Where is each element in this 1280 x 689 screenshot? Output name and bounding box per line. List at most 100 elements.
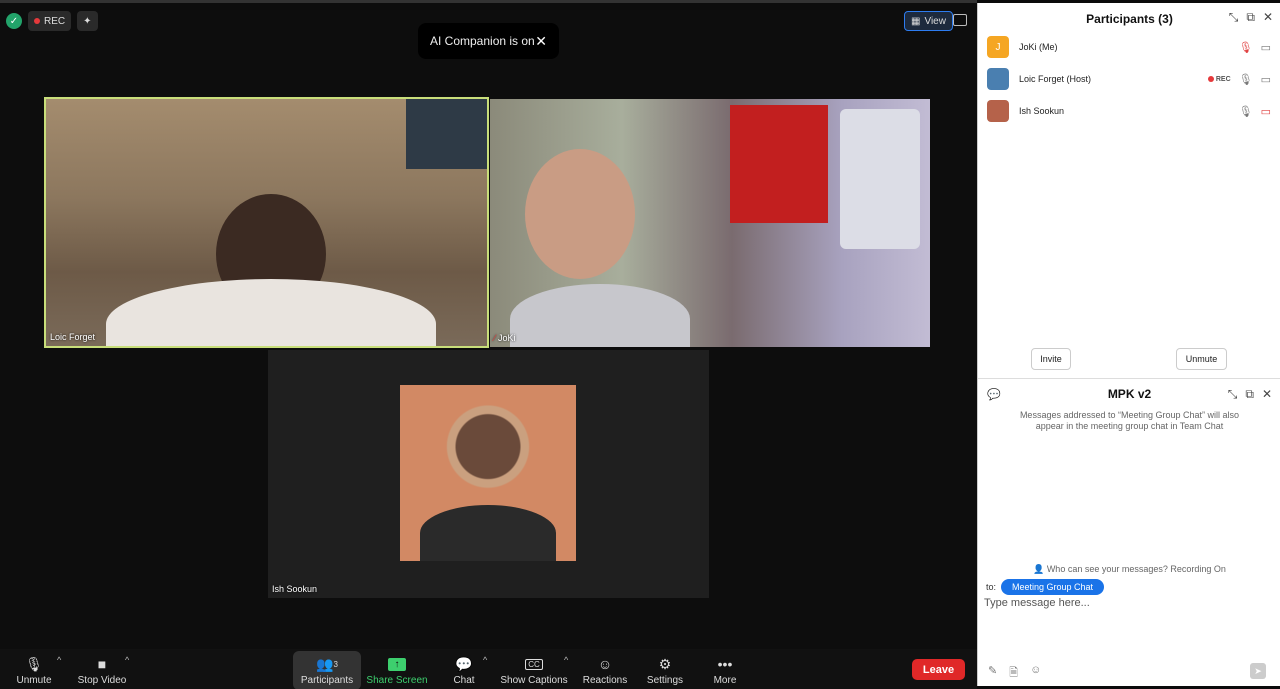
screen-layout-icon[interactable]: [953, 14, 967, 26]
tile-name-label: ⁄ JoKi: [494, 333, 516, 343]
who-can-see-link[interactable]: 👤 Who can see your messages? Recording O…: [978, 564, 1280, 575]
chat-options-chevron-icon[interactable]: ^: [483, 655, 487, 665]
reactions-button[interactable]: ☺ Reactions: [583, 649, 627, 689]
mic-icon[interactable]: 🎙: [1239, 73, 1253, 86]
participant-name: Ish Sookun: [1019, 106, 1065, 116]
show-captions-button[interactable]: CC Show Captions: [500, 649, 568, 689]
participant-status: REC 🎙 ▭: [1207, 73, 1271, 86]
participant-row[interactable]: Loic Forget (Host) REC 🎙 ▭: [978, 63, 1280, 95]
captions-options-chevron-icon[interactable]: ^: [564, 655, 568, 665]
video-tile-active-speaker[interactable]: Loic Forget: [44, 97, 489, 348]
meeting-toolbar: 🎙 Unmute ^ ■ Stop Video ^ 👥 3 Participant…: [0, 649, 977, 689]
recording-indicator-label: REC: [1215, 75, 1231, 83]
record-dot-icon: [34, 18, 40, 24]
chat-bubble-icon: 💬: [455, 655, 473, 672]
share-screen-button[interactable]: ↑ Share Screen: [366, 649, 428, 689]
invite-button[interactable]: Invite: [1031, 348, 1071, 370]
unmute-button[interactable]: 🎙 Unmute: [10, 649, 58, 689]
gear-icon: ⚙: [658, 655, 672, 672]
stop-video-label: Stop Video: [77, 675, 127, 686]
share-screen-icon: ↑: [387, 655, 407, 673]
ai-companion-toast: AI Companion is on ✕: [418, 23, 559, 59]
participants-button[interactable]: 👥 3 Participants: [293, 651, 361, 689]
recording-label: REC: [44, 15, 66, 27]
participants-header-actions: ⤡ ⧉ ✕: [1229, 10, 1273, 25]
participant-body: [106, 279, 436, 346]
tile-name-text: JoKi: [498, 333, 516, 343]
settings-button[interactable]: ⚙ Settings: [646, 649, 684, 689]
settings-label: Settings: [646, 675, 684, 686]
participants-header: Participants (3) ⤡ ⧉ ✕: [978, 3, 1280, 33]
share-screen-label: Share Screen: [366, 675, 428, 686]
more-button[interactable]: ••• More: [710, 649, 740, 689]
leave-button[interactable]: Leave: [912, 659, 965, 680]
participants-count: 3: [333, 659, 338, 669]
stop-video-button[interactable]: ■ Stop Video: [76, 649, 128, 689]
send-icon: ➤: [1254, 665, 1262, 676]
collapse-icon[interactable]: ⤡: [1228, 387, 1238, 402]
chat-header-actions: ⤡ ⧉ ✕: [1228, 387, 1272, 402]
grid-icon: ▦: [911, 15, 921, 27]
participants-label: Participants: [300, 675, 354, 686]
message-input[interactable]: Type message here...: [984, 597, 1090, 609]
participant-video: [525, 149, 635, 279]
video-off-icon[interactable]: ▭: [1261, 105, 1271, 118]
person-lock-icon: 👤: [1033, 564, 1045, 574]
meeting-status-bar: ✓ REC ✦: [6, 11, 98, 31]
security-shield-icon[interactable]: ✓: [6, 13, 22, 29]
mic-muted-icon[interactable]: 🎙: [1239, 41, 1253, 54]
ai-companion-button[interactable]: ✦: [77, 11, 98, 31]
video-camera-icon[interactable]: ▭: [1261, 73, 1271, 86]
more-label: More: [713, 675, 737, 686]
tile-name-label: Loic Forget: [50, 332, 96, 342]
more-dots-icon: •••: [717, 656, 733, 672]
collapse-icon[interactable]: ⤡: [1229, 10, 1239, 25]
toast-text: AI Companion is on: [430, 34, 535, 48]
video-tile[interactable]: ⁄ JoKi: [490, 99, 930, 347]
reactions-label: Reactions: [582, 675, 628, 686]
file-icon[interactable]: 🗎: [1009, 664, 1018, 683]
emoji-icon[interactable]: ☺: [1030, 664, 1041, 683]
video-tile[interactable]: Ish Sookun: [268, 350, 709, 598]
chat-tools: ✎ 🗎 ☺: [988, 664, 1041, 683]
video-options-chevron-icon[interactable]: ^: [125, 655, 129, 665]
captions-icon-text: CC: [525, 658, 543, 670]
close-icon[interactable]: ✕: [1262, 387, 1272, 402]
panel-divider: [978, 378, 1280, 379]
send-button[interactable]: ➤: [1250, 663, 1266, 679]
unmute-label: Unmute: [16, 675, 52, 686]
recipient-selector[interactable]: Meeting Group Chat: [1001, 579, 1105, 595]
participant-body: [510, 284, 690, 347]
mic-muted-icon: 🎙: [25, 655, 43, 672]
toast-close-button[interactable]: ✕: [535, 33, 547, 50]
participant-name: JoKi (Me): [1019, 42, 1058, 52]
participant-status: 🎙 ▭: [1239, 105, 1271, 118]
show-captions-label: Show Captions: [500, 675, 568, 686]
side-panel: Participants (3) ⤡ ⧉ ✕ J JoKi (Me) 🎙 ▭ L…: [977, 3, 1280, 686]
unmute-all-button[interactable]: Unmute: [1176, 348, 1227, 370]
who-can-see-text: Who can see your messages? Recording On: [1046, 564, 1226, 574]
view-button[interactable]: ▦ View: [904, 11, 953, 31]
participant-row[interactable]: Ish Sookun 🎙 ▭: [978, 95, 1280, 127]
view-label: View: [924, 15, 946, 27]
recording-badge[interactable]: REC: [28, 11, 72, 31]
close-icon[interactable]: ✕: [1263, 10, 1273, 25]
audio-options-chevron-icon[interactable]: ^: [57, 655, 61, 665]
chat-button[interactable]: 💬 Chat: [447, 649, 481, 689]
to-label: to:: [986, 582, 997, 592]
participant-status: 🎙 ▭: [1239, 41, 1271, 54]
book-poster: [730, 105, 828, 223]
chat-label: Chat: [453, 675, 475, 686]
chat-notice: Messages addressed to “Meeting Group Cha…: [1019, 410, 1240, 431]
format-icon[interactable]: ✎: [988, 664, 997, 683]
participant-name: Loic Forget (Host): [1019, 74, 1092, 84]
participant-row[interactable]: J JoKi (Me) 🎙 ▭: [978, 31, 1280, 63]
wall-picture: [406, 99, 487, 169]
pop-out-icon[interactable]: ⧉: [1245, 387, 1254, 402]
meeting-area: ✓ REC ✦ ▦ View AI Companion is on ✕ Loic…: [0, 0, 977, 689]
video-camera-icon[interactable]: ▭: [1261, 41, 1271, 54]
participants-icon: 👥 3: [316, 655, 338, 672]
zoom-app: ✓ REC ✦ ▦ View AI Companion is on ✕ Loic…: [0, 0, 1280, 689]
mic-icon[interactable]: 🎙: [1239, 105, 1253, 118]
pop-out-icon[interactable]: ⧉: [1246, 10, 1255, 25]
